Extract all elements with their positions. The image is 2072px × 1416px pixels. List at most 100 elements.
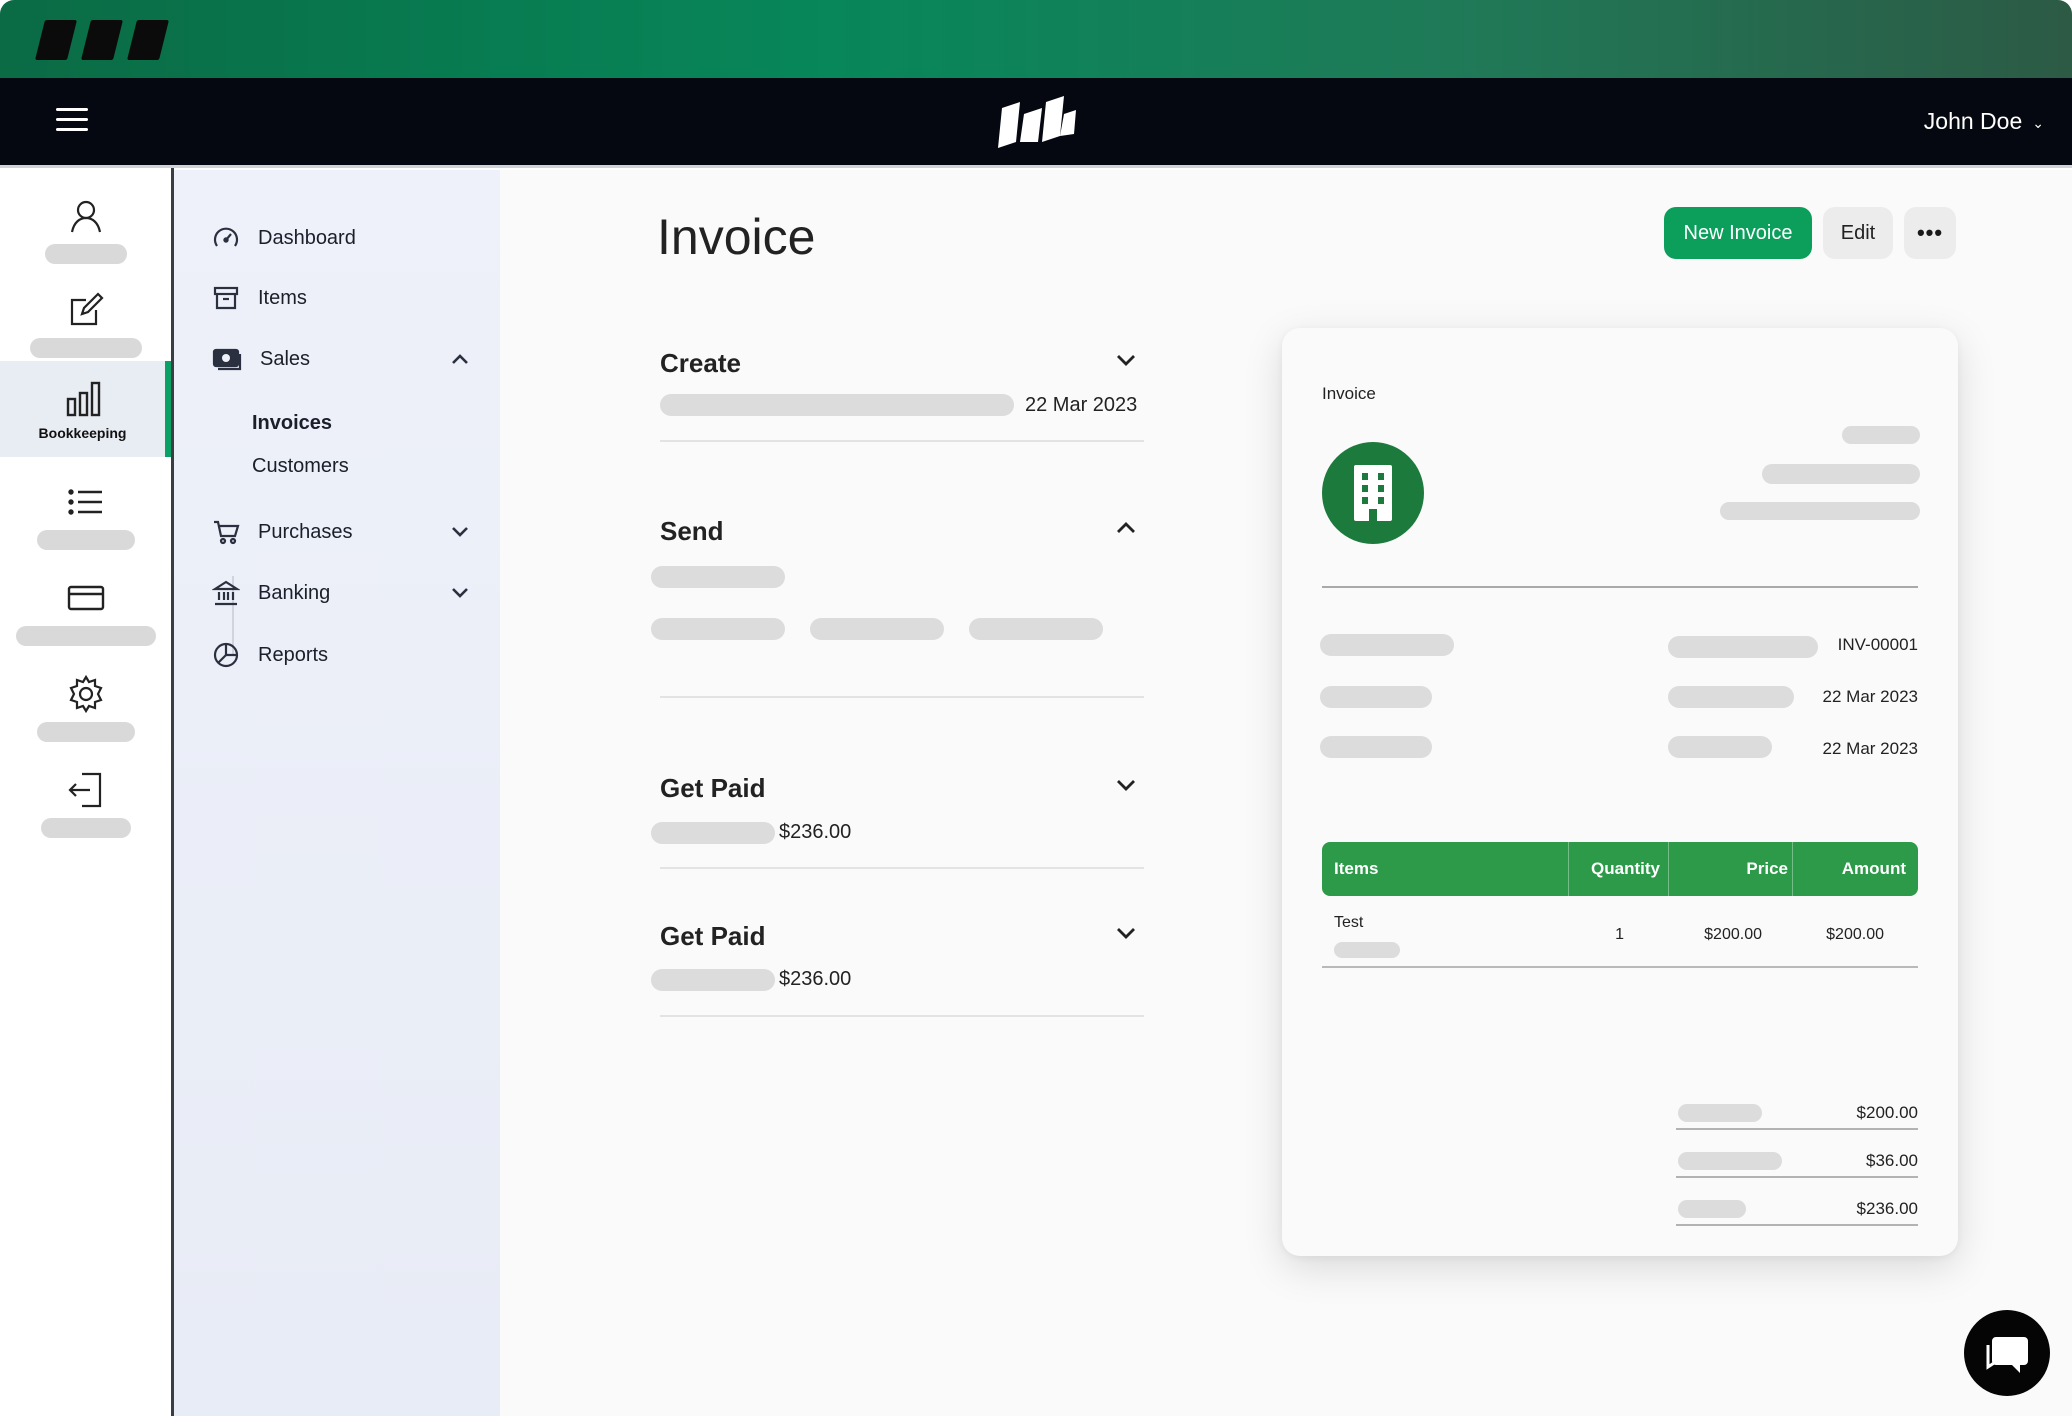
section-send-title: Send [660, 516, 724, 546]
col-header-price: Price [1746, 859, 1788, 878]
chevron-down-icon[interactable] [450, 525, 470, 539]
placeholder-bar [1320, 686, 1432, 708]
chevron-down-icon[interactable] [450, 586, 470, 600]
col-header-amount: Amount [1841, 859, 1906, 878]
window-control-2[interactable] [81, 20, 123, 60]
rail-item-edit[interactable] [0, 272, 171, 366]
rail-placeholder [40, 818, 131, 838]
row-price: $200.00 [1704, 926, 1762, 943]
user-menu[interactable]: John Doe ⌄ [1924, 108, 2044, 135]
placeholder-bar [1320, 634, 1454, 656]
nav-label: Sales [260, 347, 311, 370]
more-options-button[interactable]: ••• [1904, 207, 1956, 259]
rail-item-settings[interactable] [0, 656, 171, 750]
list-icon [67, 489, 102, 515]
nav-label: Items [258, 286, 307, 309]
window-controls [35, 20, 169, 60]
chevron-down-icon: ⌄ [2032, 114, 2044, 131]
invoice-card-title: Invoice [1322, 384, 1376, 403]
chevron-down-icon[interactable] [1115, 777, 1137, 793]
nav-item-items[interactable]: Items [212, 284, 307, 312]
nav-item-invoices[interactable]: Invoices [252, 412, 332, 435]
placeholder-bar [1720, 502, 1920, 520]
get-paid-amount: $236.00 [779, 821, 852, 843]
nav-item-banking[interactable]: Banking [212, 579, 468, 607]
user-icon [70, 200, 101, 233]
bar-chart-icon [66, 381, 100, 417]
window-control-1[interactable] [35, 20, 77, 60]
section-get-paid-title: Get Paid [660, 773, 766, 803]
nav-item-customers[interactable]: Customers [252, 455, 349, 478]
icon-rail: Bookkeeping [0, 168, 174, 1416]
rail-placeholder [36, 530, 135, 550]
placeholder-bar [969, 618, 1103, 640]
placeholder-bar [1842, 426, 1920, 444]
create-date: 22 Mar 2023 [1025, 394, 1138, 416]
nav-item-purchases[interactable]: Purchases [212, 518, 468, 546]
total-value: $236.00 [1856, 1199, 1918, 1218]
window-top-band [0, 0, 2072, 78]
placeholder-bar [1668, 636, 1818, 658]
rail-label-bookkeeping: Bookkeeping [38, 425, 127, 441]
gear-icon [68, 674, 103, 714]
window-control-3[interactable] [127, 20, 169, 60]
invoice-preview-card: Invoice INV-00001 22 Mar 2023 22 Mar 202… [1282, 328, 1958, 1256]
nav-item-sales[interactable]: Sales [212, 345, 468, 373]
business-logo [1322, 442, 1424, 544]
total-divider [1676, 1128, 1918, 1130]
invoice-due-date: 22 Mar 2023 [1822, 739, 1918, 758]
section-divider [660, 440, 1144, 442]
chevron-down-icon[interactable] [1115, 925, 1137, 941]
chat-icon [1986, 1337, 2028, 1373]
gauge-icon [213, 227, 239, 247]
chevron-down-icon[interactable] [1115, 352, 1137, 368]
rail-item-contacts[interactable] [0, 178, 171, 272]
placeholder-bar [651, 566, 785, 588]
placeholder-bar [651, 969, 775, 991]
page-title: Invoice [657, 209, 816, 265]
placeholder-bar [1320, 736, 1432, 758]
line-items-table-header: Items Quantity Price Amount [1322, 842, 1918, 896]
row-quantity: 1 [1615, 926, 1624, 943]
user-name: John Doe [1923, 108, 2023, 134]
placeholder-bar [1668, 686, 1794, 708]
rail-item-list[interactable] [0, 464, 171, 558]
row-amount: $200.00 [1826, 926, 1884, 943]
rail-placeholder [36, 722, 135, 742]
logout-icon [67, 772, 101, 808]
rail-item-logout[interactable] [0, 752, 171, 846]
cart-icon [214, 520, 240, 545]
section-get-paid-title: Get Paid [660, 921, 766, 951]
money-icon [212, 348, 242, 371]
placeholder-bar [651, 822, 775, 844]
tax-value: $36.00 [1866, 1151, 1918, 1170]
placeholder-bar [1762, 464, 1920, 484]
rail-placeholder [44, 244, 127, 264]
new-invoice-button[interactable]: New Invoice [1664, 207, 1812, 259]
nav-item-reports[interactable]: Reports [212, 641, 328, 669]
section-divider [660, 1015, 1144, 1017]
invoice-number: INV-00001 [1837, 635, 1918, 654]
edit-button[interactable]: Edit [1823, 207, 1893, 259]
chevron-up-icon[interactable] [1115, 520, 1137, 536]
rail-item-card[interactable] [0, 560, 171, 654]
chevron-up-icon[interactable] [450, 352, 470, 366]
nav-label: Reports [258, 643, 329, 666]
edit-icon [70, 292, 104, 326]
building-icon [1354, 465, 1392, 521]
column-separator [1568, 842, 1569, 896]
hamburger-menu-icon[interactable] [56, 108, 88, 134]
nav-item-dashboard[interactable]: Dashboard [212, 224, 356, 252]
rail-item-bookkeeping[interactable]: Bookkeeping [0, 361, 171, 457]
total-divider [1676, 1176, 1918, 1178]
rail-placeholder [15, 626, 156, 646]
placeholder-bar [1334, 942, 1400, 958]
nav-label: Banking [258, 581, 331, 604]
nav-label: Dashboard [258, 226, 356, 249]
archive-icon [213, 286, 239, 310]
chat-support-button[interactable] [1964, 1310, 2050, 1396]
row-item-name: Test [1334, 914, 1364, 931]
nav-label: Purchases [258, 520, 353, 543]
main-content: Invoice New Invoice Edit ••• Create 22 M… [500, 170, 2072, 1416]
brand-logo [998, 96, 1076, 148]
